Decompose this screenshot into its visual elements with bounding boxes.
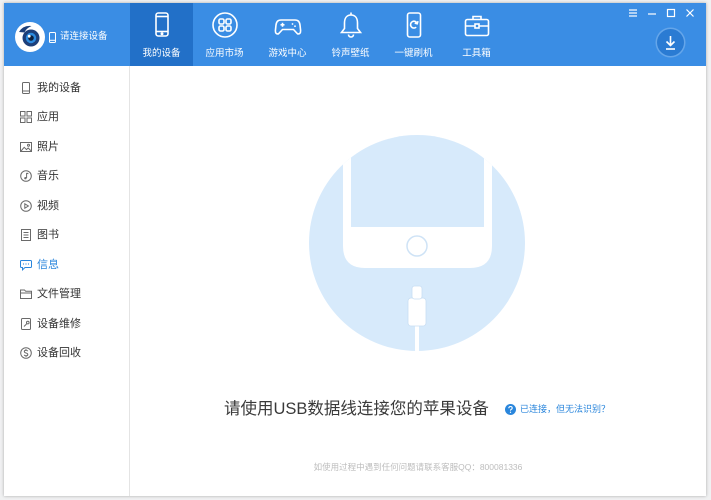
maximize-icon[interactable] [665, 7, 677, 19]
book-icon [21, 229, 31, 242]
sidebar-item-apps[interactable]: 应用 [4, 103, 129, 133]
tab-ringtones-wallpapers[interactable]: 铃声壁纸 [319, 3, 382, 66]
connect-prompt: 请使用USB数据线连接您的苹果设备 [224, 400, 489, 418]
help-link-label: 已连接，但无法识别？ [520, 404, 611, 414]
tab-toolbox[interactable]: 工具箱 [445, 3, 508, 66]
message-icon [20, 259, 32, 271]
sidebar-item-label: 照片 [37, 140, 59, 153]
gamepad-icon [274, 19, 301, 35]
window-controls [627, 7, 696, 19]
sidebar-item-label: 设备回收 [37, 347, 81, 360]
music-icon [20, 170, 32, 183]
sidebar-item-label: 设备维修 [37, 317, 81, 330]
tab-app-market[interactable]: 应用市场 [193, 3, 256, 66]
device-status[interactable]: 请连接设备 [49, 30, 108, 44]
home-button [406, 235, 428, 257]
phone-with-lightning-cable-illustration [309, 135, 525, 351]
sidebar-item-books[interactable]: 图书 [4, 221, 129, 251]
flash-device-icon [406, 12, 421, 38]
bell-icon [339, 12, 362, 38]
folder-icon [20, 289, 32, 300]
sidebar-item-label: 应用 [37, 111, 59, 124]
sidebar-item-label: 文件管理 [37, 288, 81, 301]
device-outline-icon [22, 81, 30, 94]
tab-label: 应用市场 [205, 48, 244, 59]
download-manager-button[interactable] [657, 29, 684, 56]
sidebar-item-device-recycle[interactable]: 设备回收 [4, 339, 129, 369]
apps-grid-icon [20, 111, 32, 124]
sidebar-item-label: 音乐 [37, 170, 59, 183]
sidebar-item-photos[interactable]: 照片 [4, 132, 129, 162]
question-circle-icon [505, 403, 516, 415]
support-contact-note: 如使用过程中遇到任何问题请联系客服QQ：800081336 [313, 462, 523, 472]
sidebar-item-my-device[interactable]: 我的设备 [4, 73, 129, 103]
main-content: 请使用USB数据线连接您的苹果设备 已连接，但无法识别？ 如使用过程中遇到任何问… [130, 66, 706, 496]
tab-label: 游戏中心 [268, 48, 307, 59]
app-window: 请连接设备 我的设备 应用市场 游戏中心 铃声壁纸 一键刷机 工具箱 我的设备 … [4, 3, 706, 496]
video-icon [20, 199, 32, 212]
sidebar-item-label: 我的设备 [37, 81, 81, 94]
tab-label: 我的设备 [142, 48, 181, 59]
itools-logo-icon [15, 22, 45, 52]
sidebar-item-device-repair[interactable]: 设备维修 [4, 309, 129, 339]
main-tabs: 我的设备 应用市场 游戏中心 铃声壁纸 一键刷机 工具箱 [130, 3, 508, 66]
help-link[interactable]: 已连接，但无法识别？ [505, 403, 610, 415]
sidebar-item-file-manager[interactable]: 文件管理 [4, 280, 129, 310]
app-store-icon [211, 12, 238, 38]
tab-game-center[interactable]: 游戏中心 [256, 3, 319, 66]
device-icon [154, 12, 169, 37]
device-status-label: 请连接设备 [60, 31, 108, 42]
tab-label: 铃声壁纸 [331, 48, 370, 59]
sidebar-item-label: 视频 [37, 199, 59, 212]
tab-one-click-flash[interactable]: 一键刷机 [382, 3, 445, 66]
sidebar-item-messages[interactable]: 信息 [4, 250, 129, 280]
sidebar-item-videos[interactable]: 视频 [4, 191, 129, 221]
tab-my-device[interactable]: 我的设备 [130, 3, 193, 66]
recycle-coin-icon [20, 347, 32, 360]
close-icon[interactable] [684, 7, 696, 19]
tab-label: 工具箱 [462, 48, 491, 59]
toolbox-icon [464, 15, 489, 37]
top-navigation-bar: 请连接设备 我的设备 应用市场 游戏中心 铃声壁纸 一键刷机 工具箱 [4, 3, 706, 66]
menu-icon[interactable] [627, 7, 639, 19]
repair-icon [21, 317, 31, 330]
minimize-icon[interactable] [646, 7, 658, 19]
sidebar: 我的设备 应用 照片 音乐 视频 图书 信息 文件管理 设备维修 设备回收 [4, 66, 130, 496]
photo-icon [20, 141, 32, 152]
sidebar-item-label: 信息 [37, 258, 59, 271]
phone-illustration [343, 135, 492, 268]
sidebar-item-music[interactable]: 音乐 [4, 162, 129, 192]
sidebar-item-label: 图书 [37, 229, 59, 242]
phone-small-icon [49, 31, 56, 43]
tab-label: 一键刷机 [394, 48, 433, 59]
download-icon [665, 36, 676, 50]
